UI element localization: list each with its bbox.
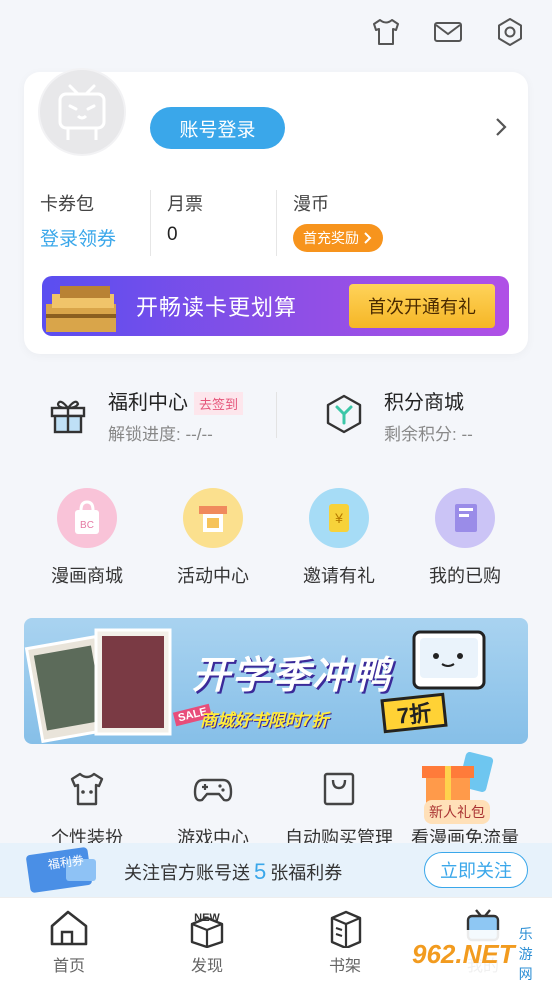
welfare-ticket-icon: 福利券 xyxy=(22,845,106,893)
login-button[interactable]: 账号登录 xyxy=(150,107,285,149)
points-mall-title: 积分商城 xyxy=(384,392,464,414)
dressup-entry[interactable]: 个性装扮 xyxy=(24,770,150,850)
purchased-entry[interactable]: 我的已购 xyxy=(402,488,528,588)
coin-label: 漫币 xyxy=(293,194,329,214)
invite-label: 邀请有礼 xyxy=(303,566,375,586)
tshirt-icon[interactable] xyxy=(368,14,404,50)
shopping-bag-icon xyxy=(323,772,355,806)
svg-text:¥: ¥ xyxy=(334,510,343,526)
activity-center-label: 活动中心 xyxy=(177,566,249,586)
account-stats: 卡券包 登录领券 月票 0 漫币 首充奖励 xyxy=(24,190,528,256)
nav-discover-label: 发现 xyxy=(190,958,223,975)
welfare-title-text: 福利中心 xyxy=(108,392,188,414)
home-icon xyxy=(50,910,88,946)
welfare-title: 福利中心 去签到 xyxy=(108,386,244,416)
feature-grid: BC 漫画商城 活动中心 ¥ 邀请有礼 我的已购 xyxy=(0,488,552,588)
svg-text:BC: BC xyxy=(80,520,94,531)
nav-bookshelf[interactable]: 书架 xyxy=(276,898,414,983)
follow-text: 关注官方账号送 5 张福利券 xyxy=(124,859,342,885)
nav-bookshelf-label: 书架 xyxy=(328,958,361,975)
ticket-count: 5 xyxy=(254,859,267,884)
book-icon xyxy=(435,488,495,548)
watermark-main: 962.NET xyxy=(412,938,515,969)
nav-home-label: 首页 xyxy=(52,958,85,975)
newbie-gift-tag: 新人礼包 xyxy=(424,800,490,824)
settings-icon[interactable] xyxy=(492,14,528,50)
mail-icon[interactable] xyxy=(430,14,466,50)
purchased-label: 我的已购 xyxy=(429,566,501,586)
reading-card-banner[interactable]: 开畅读卡更划算 首次开通有礼 xyxy=(42,276,509,336)
coupon-value[interactable]: 登录领券 xyxy=(40,224,150,251)
nav-home[interactable]: 首页 xyxy=(0,898,138,983)
open-reading-card-button[interactable]: 首次开通有礼 xyxy=(349,284,495,328)
first-recharge-button[interactable]: 首充奖励 xyxy=(293,224,383,252)
unlock-progress: 解锁进度: --/-- xyxy=(108,425,213,444)
reading-card-text: 开畅读卡更划算 xyxy=(136,295,298,320)
top-toolbar xyxy=(368,14,528,50)
monthly-ticket-stat[interactable]: 月票 0 xyxy=(150,190,276,256)
activity-center-entry[interactable]: 活动中心 xyxy=(150,488,276,588)
coin-stat[interactable]: 漫币 首充奖励 xyxy=(276,190,476,256)
first-recharge-label: 首充奖励 xyxy=(303,230,359,246)
follow-text-pre: 关注官方账号送 xyxy=(124,863,250,883)
nav-discover[interactable]: NEW 发现 xyxy=(138,898,276,983)
bookshelf-icon xyxy=(330,910,362,948)
tshirt-icon xyxy=(70,772,104,806)
comic-mall-entry[interactable]: BC 漫画商城 xyxy=(24,488,150,588)
bag-icon: BC xyxy=(57,488,117,548)
discount-badge: 7折 xyxy=(380,692,448,734)
auto-purchase-entry[interactable]: 自动购买管理 xyxy=(276,770,402,850)
back-to-school-banner[interactable]: 开学季冲鸭 SALE 商城好书限时7折 7折 xyxy=(24,618,528,744)
newbie-gift-badge[interactable]: 新人礼包 xyxy=(418,751,502,824)
monthly-ticket-value: 0 xyxy=(167,224,178,245)
profile-card: 账号登录 卡券包 登录领券 月票 0 漫币 首充奖励 开畅读卡更划算 首次开通有… xyxy=(24,68,528,354)
sign-in-tag[interactable]: 去签到 xyxy=(194,392,244,416)
coin-icon: ¥ xyxy=(309,488,369,548)
site-watermark: 962.NET 乐游网 xyxy=(412,926,544,982)
coupon-stat[interactable]: 卡券包 登录领券 xyxy=(24,190,150,256)
points-mall-icon xyxy=(324,394,364,434)
gamepad-icon xyxy=(193,778,233,802)
stage-icon xyxy=(183,488,243,548)
coupon-label: 卡券包 xyxy=(40,194,94,214)
gift-box-icon xyxy=(48,394,88,434)
chevron-right-icon[interactable] xyxy=(492,116,510,138)
banner-subtitle: 商城好书限时7折 xyxy=(200,711,329,730)
invite-entry[interactable]: ¥ 邀请有礼 xyxy=(276,488,402,588)
follow-official-bar: 福利券 关注官方账号送 5 张福利券 立即关注 xyxy=(0,843,552,897)
remaining-points: 剩余积分: -- xyxy=(384,425,473,444)
chevron-right-icon xyxy=(364,232,372,244)
monthly-ticket-label: 月票 xyxy=(167,194,203,214)
follow-text-post: 张福利券 xyxy=(270,863,343,883)
banner-headline: 开学季冲鸭 xyxy=(192,655,393,697)
game-center-entry[interactable]: 游戏中心 xyxy=(150,770,276,850)
welfare-divider xyxy=(276,392,277,438)
watermark-sub: 乐游网 xyxy=(518,926,533,982)
avatar[interactable] xyxy=(38,68,126,156)
new-box-icon: NEW xyxy=(190,912,224,948)
comic-mall-label: 漫画商城 xyxy=(51,566,123,586)
books-stack-icon xyxy=(42,284,124,334)
follow-now-button[interactable]: 立即关注 xyxy=(424,852,528,888)
